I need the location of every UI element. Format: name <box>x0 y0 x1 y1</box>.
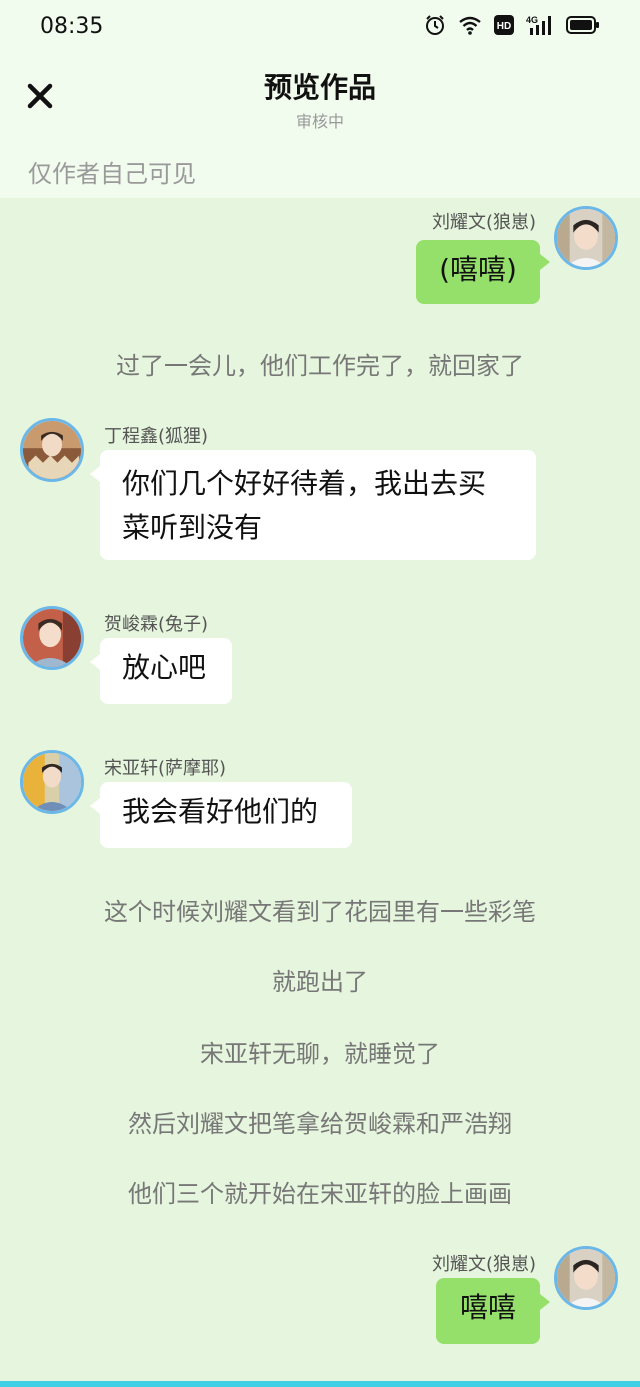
narration-text: 他们三个就开始在宋亚轩的脸上画画 <box>128 1180 512 1208</box>
sender-name: 刘耀文(狼崽) <box>431 212 536 233</box>
page-title: 预览作品 <box>263 71 376 104</box>
narration-text: 这个时候刘耀文看到了花园里有一些彩笔 <box>104 898 536 926</box>
avatar[interactable] <box>20 606 84 670</box>
message-text-line: 你们几个好好待着，我出去买 <box>122 467 487 500</box>
message-bubble[interactable]: 我会看好他们的 <box>100 782 352 848</box>
hd-icon: HD <box>494 15 514 35</box>
sender-name: 宋亚轩(萨摩耶) <box>104 758 227 779</box>
narration-text: 过了一会儿，他们工作完了，就回家了 <box>116 352 524 380</box>
status-icons: HD 4G <box>424 14 600 36</box>
message-bubble[interactable]: (嘻嘻) <box>416 240 540 304</box>
message-bubble[interactable]: 你们几个好好待着，我出去买 菜听到没有 <box>100 450 536 560</box>
battery-icon <box>566 15 600 35</box>
visibility-notice: 仅作者自己可见 <box>0 142 640 198</box>
bubble-tail <box>540 1294 550 1310</box>
bubble-tail <box>90 466 100 482</box>
message-text: 嘻嘻 <box>459 1291 516 1324</box>
message-text: 放心吧 <box>122 651 207 684</box>
bubble-tail <box>90 654 100 670</box>
message-text: (嘻嘻) <box>439 253 517 286</box>
message-text-line: 菜听到没有 <box>122 511 263 544</box>
page-subtitle: 审核中 <box>295 112 344 131</box>
avatar[interactable] <box>554 1246 618 1310</box>
avatar[interactable] <box>554 206 618 270</box>
status-bar: 08:35 HD 4G <box>0 0 640 56</box>
message-bubble[interactable]: 嘻嘻 <box>436 1278 540 1344</box>
header: 预览作品 审核中 <box>0 56 640 142</box>
avatar[interactable] <box>20 418 84 482</box>
narration-text: 就跑出了 <box>272 968 368 996</box>
bubble-tail <box>90 798 100 814</box>
narration-text: 宋亚轩无聊，就睡觉了 <box>200 1040 440 1068</box>
sender-name: 刘耀文(狼崽) <box>431 1254 536 1275</box>
hd-label: HD <box>497 21 511 32</box>
signal-4g-icon: 4G <box>526 14 554 36</box>
chat-area[interactable]: 刘耀文(狼崽) (嘻嘻) 过了一会儿，他们工作完了，就回家了 丁程鑫(狐狸) 你… <box>0 198 640 1378</box>
signal-label: 4G <box>526 15 538 25</box>
avatar[interactable] <box>20 750 84 814</box>
bottom-accent-strip <box>0 1381 640 1387</box>
message-bubble[interactable]: 放心吧 <box>100 638 232 704</box>
sender-name: 贺峻霖(兔子) <box>104 614 209 635</box>
alarm-icon <box>424 14 446 36</box>
status-time: 08:35 <box>40 14 104 39</box>
bubble-tail <box>540 254 550 270</box>
wifi-icon <box>458 15 482 35</box>
visibility-notice-text: 仅作者自己可见 <box>28 160 196 188</box>
message-text: 我会看好他们的 <box>122 795 319 828</box>
sender-name: 丁程鑫(狐狸) <box>104 426 209 447</box>
narration-text: 然后刘耀文把笔拿给贺峻霖和严浩翔 <box>128 1110 512 1138</box>
